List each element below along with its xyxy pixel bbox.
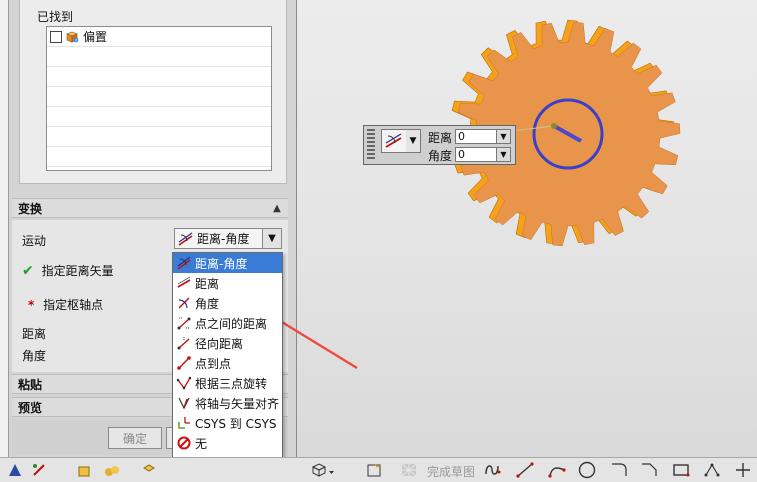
none-icon <box>177 436 191 450</box>
motion-option[interactable]: 无 <box>173 433 282 453</box>
float-distance-label: 距离 <box>428 131 453 145</box>
motion-option-label: 无 <box>195 436 208 451</box>
distance-between-points-icon <box>177 317 191 330</box>
move-tool-icon[interactable] <box>6 461 24 479</box>
motion-option-label: 将轴与矢量对齐 <box>195 396 280 411</box>
radial-distance-icon <box>177 337 190 350</box>
motion-option-label: CSYS 到 CSYS <box>195 416 277 431</box>
motion-option-label: 点之间的距离 <box>195 316 268 331</box>
bottom-toolbar: 完成草图 <box>0 457 757 482</box>
motion-option[interactable]: 径向距离 <box>173 333 282 353</box>
distance-icon <box>177 276 191 288</box>
align-axis-vector-icon <box>178 397 190 410</box>
motion-option[interactable]: 将轴与矢量对齐 <box>173 393 282 413</box>
motion-option-label: 距离-角度 <box>195 256 248 271</box>
motion-option-label: 径向距离 <box>195 336 244 351</box>
transform-tool-icon[interactable] <box>30 461 48 479</box>
motion-option-label: 根据三点旋转 <box>195 376 268 391</box>
motion-option[interactable]: 距离-角度 <box>173 253 282 273</box>
assembly-tool-icon[interactable] <box>103 461 121 479</box>
float-angle-value: 0 <box>458 148 465 161</box>
finish-sketch-icon[interactable] <box>400 461 418 479</box>
line-icon[interactable] <box>516 461 534 479</box>
float-distance-input[interactable]: 0 ▼ <box>455 129 511 144</box>
rotate-three-points-icon <box>177 376 191 390</box>
float-angle-input[interactable]: 0 ▼ <box>455 147 511 162</box>
part-tool-icon[interactable] <box>140 461 158 479</box>
motion-option[interactable]: 距离 <box>173 273 282 293</box>
rectangle-icon[interactable] <box>672 461 690 479</box>
drag-handle-icon[interactable] <box>367 129 375 161</box>
polygon-icon[interactable] <box>703 461 721 479</box>
motion-option[interactable]: CSYS 到 CSYS <box>173 413 282 433</box>
motion-option[interactable]: 点到点 <box>173 353 282 373</box>
annotation-arrow <box>224 287 358 370</box>
arc-icon[interactable] <box>548 461 566 479</box>
motion-option-label: 点到点 <box>195 356 232 371</box>
fillet-icon[interactable] <box>610 461 628 479</box>
motion-option[interactable]: 角度 <box>173 293 282 313</box>
float-angle-label: 角度 <box>428 149 453 163</box>
feature-tool-icon[interactable] <box>75 461 93 479</box>
sketch-icon[interactable] <box>365 461 383 479</box>
angle-icon <box>178 297 190 309</box>
motion-dropdown-list[interactable]: 距离-角度距离角度点之间的距离 径向距离点到点根据三点旋转 将轴与矢量对齐 CSYS … <box>172 252 283 478</box>
motion-option[interactable]: 根据三点旋转 <box>173 373 282 393</box>
csys-to-csys-icon <box>177 417 190 430</box>
profile-icon[interactable] <box>484 461 502 479</box>
float-distance-value: 0 <box>458 130 465 143</box>
view-cube-icon[interactable] <box>308 461 338 479</box>
distance-angle-icon[interactable] <box>381 129 407 153</box>
motion-option-label: 距离 <box>195 276 220 291</box>
circle-icon[interactable] <box>578 461 596 479</box>
motion-option[interactable]: 点之间的距离 <box>173 313 282 333</box>
point-to-point-icon <box>177 356 191 370</box>
motion-option-label: 角度 <box>195 296 220 311</box>
chamfer-icon[interactable] <box>640 461 658 479</box>
chevron-down-icon[interactable]: ▼ <box>406 129 421 153</box>
point-icon[interactable] <box>734 461 752 479</box>
down-arrow-icon[interactable]: ▼ <box>496 130 510 143</box>
floating-input-bar[interactable]: ▼ 距离 0 ▼ 角度 0 ▼ <box>363 125 516 165</box>
finish-sketch-label[interactable]: 完成草图 <box>427 463 475 480</box>
down-arrow-icon[interactable]: ▼ <box>496 148 510 161</box>
distance-angle-icon <box>177 256 191 270</box>
